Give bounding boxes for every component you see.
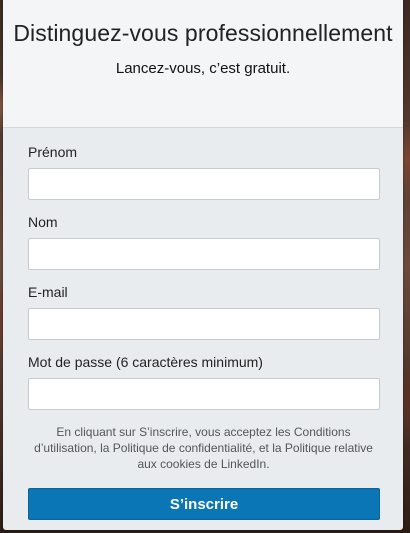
signup-subline: Lancez-vous, c’est gratuit. [115, 60, 291, 77]
last-name-input[interactable] [28, 238, 380, 270]
last-name-label: Nom [28, 214, 58, 230]
first-name-label: Prénom [28, 144, 78, 160]
signup-headline: Distinguez-vous professionnellement [13, 20, 393, 46]
password-label: Mot de passe (6 caractères minimum) [28, 354, 263, 370]
email-input[interactable] [28, 308, 380, 340]
signup-header: Distinguez-vous professionnellement Lanc… [3, 0, 403, 128]
email-label: E-mail [28, 284, 68, 300]
signup-card: Distinguez-vous professionnellement Lanc… [3, 0, 403, 530]
signup-button[interactable]: S’inscrire [28, 488, 380, 520]
signup-form: Prénom Nom E-mail Mot de passe (6 caract… [3, 128, 403, 520]
first-name-input[interactable] [28, 168, 380, 200]
terms-notice: En cliquant sur S’inscrire, vous accepte… [34, 425, 373, 471]
password-input[interactable] [28, 378, 380, 410]
